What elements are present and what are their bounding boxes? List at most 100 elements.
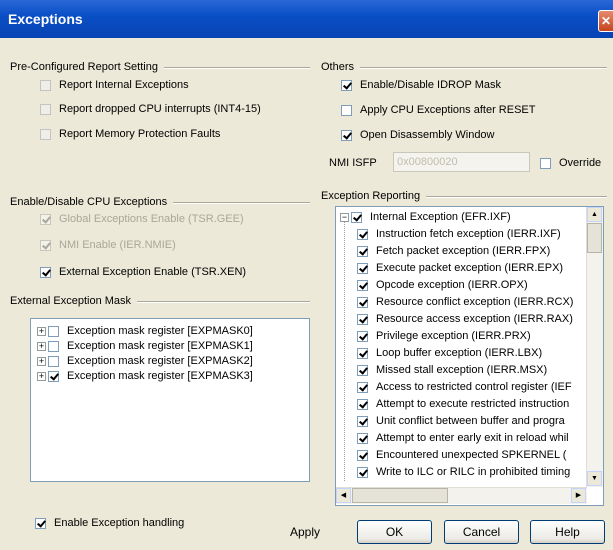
horizontal-scroll-thumb[interactable] xyxy=(352,488,448,503)
checkbox[interactable] xyxy=(341,104,352,116)
checkbox[interactable] xyxy=(341,129,352,141)
item-label: Privilege exception (IERR.PRX) xyxy=(376,330,531,342)
global-exceptions-checkbox[interactable]: Global Exceptions Enable (TSR.GEE) xyxy=(40,213,244,225)
expand-icon[interactable]: + xyxy=(37,326,46,336)
cancel-button[interactable]: Cancel xyxy=(444,520,519,544)
checkbox[interactable] xyxy=(40,128,51,140)
tree-item[interactable]: Execute packet exception (IERR.EPX) xyxy=(357,262,563,274)
tree-root-item[interactable]: − Internal Exception (EFR.IXF) xyxy=(340,211,511,223)
checkbox[interactable] xyxy=(357,262,368,274)
checkbox[interactable] xyxy=(40,103,51,115)
checkbox[interactable] xyxy=(357,449,368,461)
others-title: Others xyxy=(321,61,361,73)
ok-button[interactable]: OK xyxy=(357,520,432,544)
tree-item[interactable]: Instruction fetch exception (IERR.IXF) xyxy=(357,228,561,240)
checkbox-label: Open Disassembly Window xyxy=(360,129,495,141)
report-internal-exceptions-checkbox[interactable]: Report Internal Exceptions xyxy=(40,79,189,91)
help-button[interactable]: Help xyxy=(530,520,605,544)
apply-after-reset-checkbox[interactable]: Apply CPU Exceptions after RESET xyxy=(341,104,535,116)
idrop-mask-checkbox[interactable]: Enable/Disable IDROP Mask xyxy=(341,79,501,91)
enable-exception-handling-checkbox[interactable]: Enable Exception handling xyxy=(35,517,184,529)
checkbox[interactable] xyxy=(40,79,51,91)
item-label: Encountered unexpected SPKERNEL ( xyxy=(376,449,567,461)
nmi-enable-checkbox[interactable]: NMI Enable (IER.NMIE) xyxy=(40,239,176,251)
tree-item[interactable]: Encountered unexpected SPKERNEL ( xyxy=(357,449,566,461)
checkbox[interactable] xyxy=(357,381,368,393)
tree-item[interactable]: Resource access exception (IERR.RAX) xyxy=(357,313,573,325)
collapse-icon[interactable]: − xyxy=(340,212,349,222)
report-memory-protection-checkbox[interactable]: Report Memory Protection Faults xyxy=(40,128,220,140)
expand-icon[interactable]: + xyxy=(37,341,46,351)
scroll-right-icon[interactable]: ▶ xyxy=(571,488,586,503)
checkbox[interactable] xyxy=(540,157,551,169)
override-checkbox[interactable]: Override xyxy=(540,157,601,169)
checkbox[interactable] xyxy=(357,228,368,240)
checkbox[interactable] xyxy=(35,517,46,529)
cpu-exceptions-title: Enable/Disable CPU Exceptions xyxy=(10,196,174,208)
vertical-scroll-thumb[interactable] xyxy=(587,223,602,253)
nmi-isfp-input[interactable]: 0x00800020 xyxy=(393,152,530,172)
checkbox[interactable] xyxy=(357,415,368,427)
item-label: Loop buffer exception (IERR.LBX) xyxy=(376,347,543,359)
checkbox[interactable] xyxy=(48,355,59,367)
open-disassembly-checkbox[interactable]: Open Disassembly Window xyxy=(341,129,495,141)
item-label: Missed stall exception (IERR.MSX) xyxy=(376,364,548,376)
report-dropped-interrupts-checkbox[interactable]: Report dropped CPU interrupts (INT4-15) xyxy=(40,103,261,115)
checkbox[interactable] xyxy=(48,370,59,382)
checkbox[interactable] xyxy=(341,79,352,91)
tree-item[interactable]: Missed stall exception (IERR.MSX) xyxy=(357,364,547,376)
list-item[interactable]: + Exception mask register [EXPMASK1] xyxy=(37,340,253,352)
checkbox[interactable] xyxy=(357,313,368,325)
scroll-left-icon[interactable]: ◀ xyxy=(336,488,351,503)
checkbox-label: Report Internal Exceptions xyxy=(59,79,189,91)
checkbox-label: Enable/Disable IDROP Mask xyxy=(360,79,502,91)
item-label: Instruction fetch exception (IERR.IXF) xyxy=(376,228,561,240)
tree-item[interactable]: Write to ILC or RILC in prohibited timin… xyxy=(357,466,570,478)
scroll-down-icon[interactable]: ▼ xyxy=(587,471,602,486)
checkbox[interactable] xyxy=(357,347,368,359)
vertical-scrollbar[interactable]: ▲ ▼ xyxy=(586,207,603,487)
checkbox[interactable] xyxy=(357,330,368,342)
list-item[interactable]: + Exception mask register [EXPMASK2] xyxy=(37,355,253,367)
checkbox-label: Enable Exception handling xyxy=(54,517,185,529)
checkbox[interactable] xyxy=(357,296,368,308)
expand-icon[interactable]: + xyxy=(37,371,46,381)
item-label: Resource access exception (IERR.RAX) xyxy=(376,313,573,325)
scroll-up-icon[interactable]: ▲ xyxy=(587,207,602,222)
tree-item[interactable]: Attempt to execute restricted instructio… xyxy=(357,398,569,410)
checkbox[interactable] xyxy=(40,239,51,251)
checkbox[interactable] xyxy=(351,211,362,223)
apply-button[interactable]: Apply xyxy=(270,520,340,544)
tree-item[interactable]: Privilege exception (IERR.PRX) xyxy=(357,330,531,342)
tree-item[interactable]: Resource conflict exception (IERR.RCX) xyxy=(357,296,573,308)
list-item[interactable]: + Exception mask register [EXPMASK0] xyxy=(37,325,253,337)
checkbox[interactable] xyxy=(48,340,59,352)
external-exception-enable-checkbox[interactable]: External Exception Enable (TSR.XEN) xyxy=(40,266,246,278)
checkbox[interactable] xyxy=(40,213,51,225)
tree-item[interactable]: Access to restricted control register (I… xyxy=(357,381,572,393)
checkbox-label: NMI Enable (IER.NMIE) xyxy=(59,239,176,251)
checkbox[interactable] xyxy=(357,364,368,376)
checkbox[interactable] xyxy=(357,432,368,444)
checkbox[interactable] xyxy=(40,266,51,278)
horizontal-scrollbar[interactable]: ◀ ▶ xyxy=(336,487,587,504)
checkbox[interactable] xyxy=(357,279,368,291)
tree-item[interactable]: Opcode exception (IERR.OPX) xyxy=(357,279,528,291)
title-bar: Exceptions ✕ xyxy=(0,0,613,38)
checkbox-label: Report dropped CPU interrupts (INT4-15) xyxy=(59,103,261,115)
checkbox[interactable] xyxy=(357,245,368,257)
close-icon[interactable]: ✕ xyxy=(598,10,613,32)
tree-item[interactable]: Unit conflict between buffer and progra xyxy=(357,415,565,427)
checkbox[interactable] xyxy=(357,466,368,478)
checkbox[interactable] xyxy=(357,398,368,410)
tree-item[interactable]: Loop buffer exception (IERR.LBX) xyxy=(357,347,542,359)
checkbox[interactable] xyxy=(48,325,59,337)
exception-reporting-tree[interactable]: − Internal Exception (EFR.IXF) Instructi… xyxy=(335,206,604,506)
external-mask-list[interactable]: + Exception mask register [EXPMASK0] + E… xyxy=(30,318,310,482)
list-item[interactable]: + Exception mask register [EXPMASK3] xyxy=(37,370,253,382)
tree-item[interactable]: Attempt to enter early exit in reload wh… xyxy=(357,432,569,444)
checkbox-label: Report Memory Protection Faults xyxy=(59,128,221,140)
external-mask-title: External Exception Mask xyxy=(10,295,138,307)
tree-item[interactable]: Fetch packet exception (IERR.FPX) xyxy=(357,245,550,257)
expand-icon[interactable]: + xyxy=(37,356,46,366)
